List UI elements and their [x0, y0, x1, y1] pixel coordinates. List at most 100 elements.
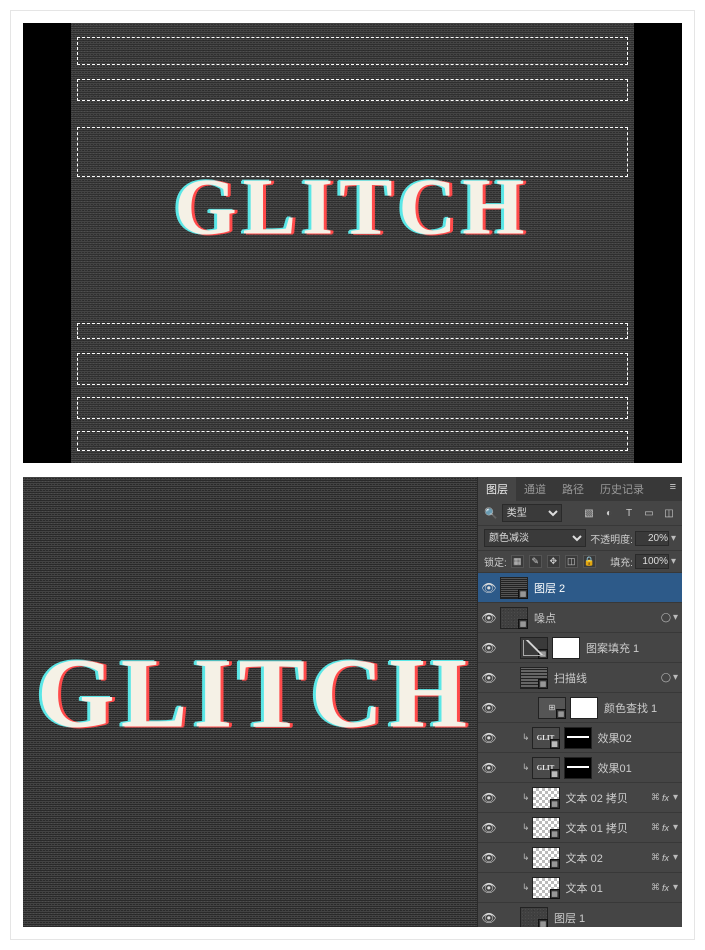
- layer-thumbnail[interactable]: ▦: [520, 907, 548, 928]
- chevron-down-icon[interactable]: ▾: [673, 822, 678, 833]
- layer-name-label[interactable]: 文本 02 拷贝: [564, 790, 649, 806]
- layer-name-label[interactable]: 效果01: [596, 760, 678, 776]
- opacity-input[interactable]: [635, 531, 669, 546]
- visibility-eye-icon[interactable]: 👁: [478, 611, 500, 625]
- layer-row[interactable]: 👁↳GLIT▦效果02: [478, 723, 682, 753]
- lock-pos-icon[interactable]: ✥: [547, 555, 560, 568]
- layer-filter-kind[interactable]: 类型: [502, 504, 562, 522]
- layer-name-label[interactable]: 图层 2: [532, 580, 678, 596]
- filter-adjust-icon[interactable]: ◐: [602, 506, 616, 520]
- visibility-eye-icon[interactable]: 👁: [478, 671, 500, 685]
- link-icon[interactable]: ⌘: [651, 882, 660, 893]
- layer-name-label[interactable]: 文本 01 拷贝: [564, 820, 649, 836]
- fill-input[interactable]: [635, 554, 669, 569]
- glitch-text: GLITCH: [71, 162, 634, 253]
- fx-badge[interactable]: fx: [662, 853, 669, 863]
- layer-thumbnail[interactable]: ⊞▦: [538, 697, 566, 719]
- layer-row[interactable]: 👁↳▦文本 02⌘fx▾: [478, 843, 682, 873]
- tab-history[interactable]: 历史记录: [592, 477, 652, 501]
- layer-thumbnail[interactable]: GLIT▦: [532, 757, 560, 779]
- layer-row[interactable]: 👁↳▦文本 02 拷贝⌘fx▾: [478, 783, 682, 813]
- visibility-eye-icon[interactable]: 👁: [478, 581, 500, 595]
- layer-name-label[interactable]: 图层 1: [552, 910, 678, 926]
- layer-mask-thumbnail[interactable]: [570, 697, 598, 719]
- layer-thumbnail[interactable]: GLIT▦: [532, 727, 560, 749]
- lock-artboard-icon[interactable]: ◫: [565, 555, 578, 568]
- layer-thumbnail[interactable]: ▦: [532, 847, 560, 869]
- panel-menu-icon[interactable]: ≡: [664, 477, 682, 501]
- layer-name-label[interactable]: 扫描线: [552, 670, 659, 686]
- visibility-eye-icon[interactable]: 👁: [478, 731, 500, 745]
- chevron-down-icon[interactable]: ▾: [673, 852, 678, 863]
- fx-badge[interactable]: fx: [662, 793, 669, 803]
- visibility-eye-icon[interactable]: 👁: [478, 851, 500, 865]
- document-canvas-top[interactable]: GLITCH: [23, 23, 682, 463]
- layer-row[interactable]: 👁▦图层 2: [478, 573, 682, 603]
- lock-all-icon[interactable]: 🔒: [583, 555, 596, 568]
- link-icon[interactable]: ⌘: [651, 822, 660, 833]
- adjustment-icon[interactable]: ◯: [661, 672, 671, 683]
- layer-thumbnail[interactable]: ▦: [520, 667, 548, 689]
- layer-thumbnail[interactable]: ▦: [520, 637, 548, 659]
- chevron-down-icon[interactable]: ▾: [673, 612, 678, 623]
- layer-thumbnail[interactable]: ▦: [500, 577, 528, 599]
- layer-thumbnail[interactable]: ▦: [532, 817, 560, 839]
- layer-mask-thumbnail[interactable]: [564, 727, 592, 749]
- lock-paint-icon[interactable]: ✎: [529, 555, 542, 568]
- layer-name-label[interactable]: 图案填充 1: [584, 640, 678, 656]
- tab-channels[interactable]: 通道: [516, 477, 554, 501]
- layer-row[interactable]: 👁 ▦ 图案填充 1: [478, 633, 682, 663]
- visibility-eye-icon[interactable]: 👁: [478, 821, 500, 835]
- layer-thumbnail[interactable]: ▦: [500, 607, 528, 629]
- filter-pixel-icon[interactable]: ▧: [582, 506, 596, 520]
- filter-shape-icon[interactable]: ▭: [642, 506, 656, 520]
- layer-row[interactable]: 👁↳▦文本 01 拷贝⌘fx▾: [478, 813, 682, 843]
- layer-mask-thumbnail[interactable]: [564, 757, 592, 779]
- visibility-eye-icon[interactable]: 👁: [478, 911, 500, 925]
- blend-row: 颜色减淡 不透明度: ▾: [478, 526, 682, 551]
- visibility-eye-icon[interactable]: 👁: [478, 881, 500, 895]
- chevron-down-icon[interactable]: ▾: [673, 792, 678, 803]
- layer-row[interactable]: 👁↳▦文本 01⌘fx▾: [478, 873, 682, 903]
- layer-name-label[interactable]: 颜色查找 1: [602, 700, 678, 716]
- tab-paths[interactable]: 路径: [554, 477, 592, 501]
- chevron-down-icon[interactable]: ▾: [673, 672, 678, 683]
- visibility-eye-icon[interactable]: 👁: [478, 641, 500, 655]
- document-canvas-bottom[interactable]: GLITCH: [23, 477, 477, 927]
- filter-smart-icon[interactable]: ◫: [662, 506, 676, 520]
- link-icon[interactable]: ⌘: [651, 792, 660, 803]
- layer-row[interactable]: 👁▦噪点◯▾: [478, 603, 682, 633]
- layer-mask-thumbnail[interactable]: [552, 637, 580, 659]
- layer-row[interactable]: 👁 ▦扫描线◯▾: [478, 663, 682, 693]
- fx-badge[interactable]: fx: [662, 883, 669, 893]
- visibility-eye-icon[interactable]: 👁: [478, 701, 500, 715]
- chevron-down-icon[interactable]: ▾: [673, 882, 678, 893]
- thumb-badge-icon: ▦: [550, 799, 560, 809]
- blend-mode-select[interactable]: 颜色减淡: [484, 529, 586, 547]
- visibility-eye-icon[interactable]: 👁: [478, 791, 500, 805]
- layer-thumbnail[interactable]: ▦: [532, 787, 560, 809]
- fill-label: 填充:: [610, 554, 633, 569]
- chevron-down-icon[interactable]: ▾: [671, 533, 676, 544]
- search-icon[interactable]: 🔍: [484, 507, 498, 520]
- layer-thumbnail[interactable]: ▦: [532, 877, 560, 899]
- adjustment-icon[interactable]: ◯: [661, 612, 671, 623]
- layer-row[interactable]: 👁 ▦图层 1: [478, 903, 682, 927]
- lock-trans-icon[interactable]: ▦: [511, 555, 524, 568]
- glitch-text-zoom-text: GLITCH: [37, 638, 473, 749]
- canvas-area[interactable]: GLITCH: [71, 23, 634, 463]
- fx-badge[interactable]: fx: [662, 823, 669, 833]
- layer-name-label[interactable]: 噪点: [532, 610, 659, 626]
- layer-name-label[interactable]: 文本 02: [564, 850, 649, 866]
- filter-type-icon[interactable]: T: [622, 506, 636, 520]
- layer-name-label[interactable]: 效果02: [596, 730, 678, 746]
- chevron-down-icon[interactable]: ▾: [671, 556, 676, 567]
- visibility-eye-icon[interactable]: 👁: [478, 761, 500, 775]
- layer-row[interactable]: 👁 ⊞▦ 颜色查找 1: [478, 693, 682, 723]
- tab-layers[interactable]: 图层: [478, 477, 516, 501]
- layer-row[interactable]: 👁↳GLIT▦效果01: [478, 753, 682, 783]
- thumb-badge-icon: ▦: [538, 649, 548, 659]
- layer-name-label[interactable]: 文本 01: [564, 880, 649, 896]
- link-icon[interactable]: ⌘: [651, 852, 660, 863]
- layer-list[interactable]: 👁▦图层 2👁▦噪点◯▾👁▦图案填充 1👁▦扫描线◯▾👁⊞▦颜色查找 1👁↳GL…: [478, 573, 682, 927]
